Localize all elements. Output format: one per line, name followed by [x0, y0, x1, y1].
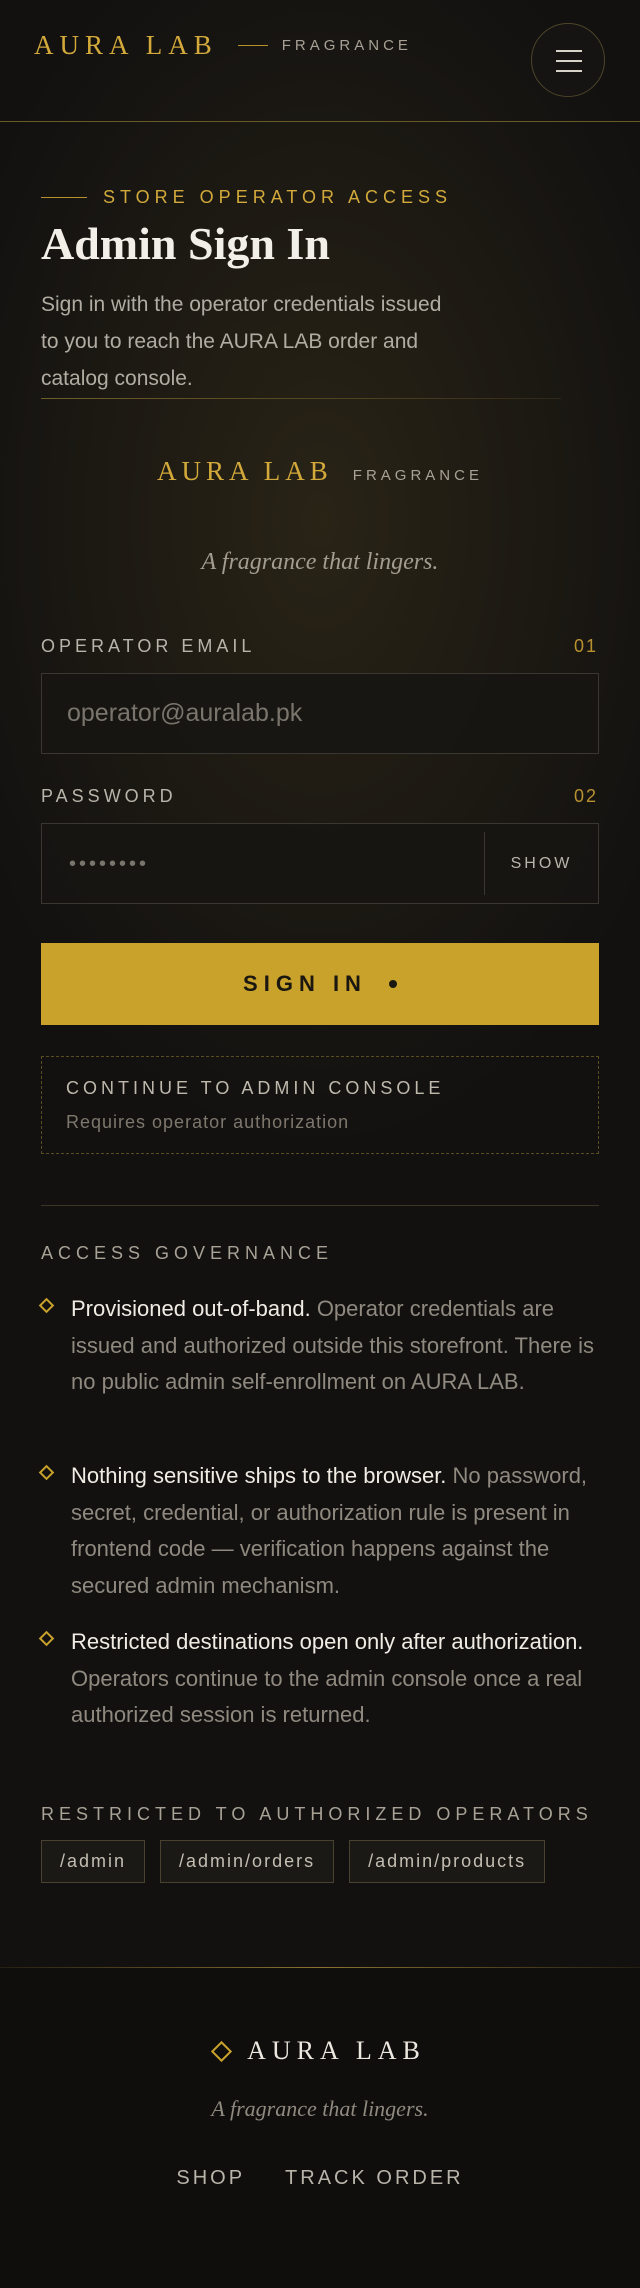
footer-divider: [0, 1967, 640, 1968]
governance-text: Nothing sensitive ships to the browser. …: [71, 1458, 601, 1604]
route-chip: /admin/orders: [160, 1840, 335, 1883]
restricted-heading: RESTRICTED TO AUTHORIZED OPERATORS: [41, 1804, 593, 1824]
eyebrow-line: [41, 197, 87, 198]
email-label: OPERATOR EMAIL: [41, 636, 256, 656]
hamburger-icon: [556, 50, 582, 52]
password-label: PASSWORD: [41, 786, 177, 806]
route-chip: /admin/products: [349, 1840, 546, 1883]
governance-heading: ACCESS GOVERNANCE: [41, 1243, 334, 1263]
intro-divider: [41, 398, 561, 399]
governance-lead: Restricted destinations open only after …: [71, 1629, 584, 1654]
email-field-number: 01: [573, 636, 598, 656]
hamburger-icon-line: [556, 60, 582, 62]
console-title: CONTINUE TO ADMIN CONSOLE: [66, 1078, 445, 1098]
header-brand[interactable]: AURA LAB FRAGRANCE: [34, 30, 412, 61]
card-brand-name: AURA LAB: [157, 456, 333, 486]
governance-text: Provisioned out-of-band. Operator creden…: [71, 1291, 601, 1401]
diamond-icon: [211, 2040, 233, 2062]
footer-link-track-order[interactable]: TRACK ORDER: [285, 2167, 464, 2190]
governance-lead: Provisioned out-of-band.: [71, 1296, 311, 1321]
email-field[interactable]: [42, 674, 598, 753]
password-field-number: 02: [573, 786, 598, 806]
sign-in-label: SIGN IN: [243, 971, 367, 996]
brand-divider: [237, 45, 268, 46]
section-divider: [41, 1205, 599, 1206]
menu-button[interactable]: [531, 23, 605, 97]
governance-lead: Nothing sensitive ships to the browser.: [71, 1463, 447, 1488]
page-title: Admin Sign In: [41, 218, 330, 269]
admin-console-link[interactable]: CONTINUE TO ADMIN CONSOLE Requires opera…: [41, 1056, 599, 1154]
footer-nav: SHOP TRACK ORDER: [0, 2167, 640, 2190]
footer-brand[interactable]: AURA LAB: [0, 2036, 640, 2066]
card-tagline: A fragrance that lingers.: [201, 549, 439, 575]
card-brand-subtitle: FRAGRANCE: [352, 467, 483, 484]
password-field-wrapper: •••••••• SHOW: [41, 823, 599, 904]
diamond-icon: [38, 1297, 55, 1314]
page-description: Sign in with the operator credentials is…: [41, 293, 442, 390]
governance-body: Operators continue to the admin console …: [71, 1665, 583, 1728]
brand-subtitle: FRAGRANCE: [281, 37, 412, 54]
route-chip: /admin: [41, 1840, 146, 1883]
footer-tagline: A fragrance that lingers.: [211, 2096, 429, 2121]
governance-text: Restricted destinations open only after …: [71, 1624, 601, 1734]
section-eyebrow: STORE OPERATOR ACCESS: [41, 187, 452, 208]
hamburger-icon-line: [556, 70, 582, 72]
console-subtitle: Requires operator authorization: [66, 1112, 350, 1132]
brand-name: AURA LAB: [34, 30, 218, 60]
sign-in-button[interactable]: SIGN IN: [41, 943, 599, 1025]
password-field[interactable]: ••••••••: [42, 824, 485, 903]
eyebrow-text: STORE OPERATOR ACCESS: [103, 187, 453, 207]
diamond-icon: [38, 1464, 55, 1481]
footer-link-shop[interactable]: SHOP: [176, 2167, 245, 2190]
dot-icon: [388, 980, 397, 988]
diamond-icon: [38, 1630, 55, 1647]
password-mask: ••••••••: [69, 853, 150, 875]
site-footer: AURA LAB A fragrance that lingers. SHOP …: [0, 1967, 640, 2288]
show-password-button[interactable]: SHOW: [484, 832, 598, 895]
site-header: AURA LAB FRAGRANCE: [0, 0, 640, 122]
email-field-wrapper: [41, 673, 599, 754]
footer-brand-name: AURA LAB: [247, 2036, 426, 2065]
restricted-routes: /admin /admin/orders /admin/products: [41, 1840, 560, 1883]
card-brand: AURA LAB FRAGRANCE: [0, 456, 640, 487]
